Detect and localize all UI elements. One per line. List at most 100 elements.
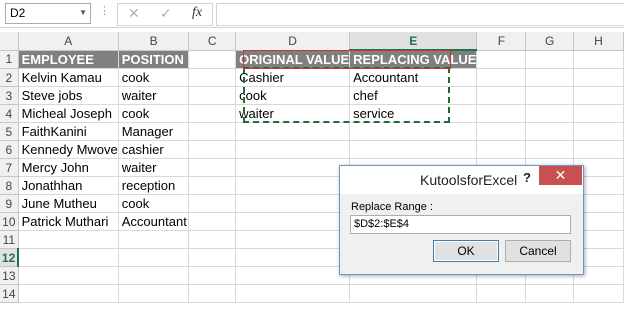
cell-a4[interactable]: Micheal Joseph xyxy=(18,104,119,123)
cell-d14[interactable] xyxy=(235,284,351,303)
cell-f4[interactable] xyxy=(476,104,527,123)
row-header[interactable]: 14 xyxy=(0,284,19,303)
ok-button[interactable]: OK xyxy=(433,240,499,262)
cell-c9[interactable] xyxy=(188,194,237,213)
name-box[interactable]: D2 ▼ xyxy=(5,3,91,24)
cell-c5[interactable] xyxy=(188,122,237,141)
column-header[interactable]: H xyxy=(573,32,624,51)
cell-d8[interactable] xyxy=(235,176,351,195)
cell-b5[interactable]: Manager xyxy=(118,122,190,141)
cell-b8[interactable]: reception xyxy=(118,176,190,195)
cell-d5[interactable] xyxy=(235,122,351,141)
row-header[interactable]: 1 xyxy=(0,50,19,69)
row-header[interactable]: 11 xyxy=(0,230,19,249)
cell-b2[interactable]: cook xyxy=(118,68,190,87)
cell-c4[interactable] xyxy=(188,104,237,123)
cell-e3[interactable]: chef xyxy=(349,86,478,105)
cell-c8[interactable] xyxy=(188,176,237,195)
cancel-button[interactable]: Cancel xyxy=(505,240,571,262)
cell-a3[interactable]: Steve jobs xyxy=(18,86,119,105)
cell-a11[interactable] xyxy=(18,230,119,249)
replace-range-input[interactable]: $D$2:$E$4 xyxy=(350,215,571,234)
cell-c13[interactable] xyxy=(188,266,237,285)
cell-b3[interactable]: waiter xyxy=(118,86,190,105)
row-header[interactable]: 5 xyxy=(0,122,19,141)
cell-a12[interactable] xyxy=(18,248,119,267)
cell-d3[interactable]: cook xyxy=(235,86,351,105)
cell-f5[interactable] xyxy=(476,122,527,141)
cell-b6[interactable]: cashier xyxy=(118,140,190,159)
cell-d1[interactable]: ORIGINAL VALUE xyxy=(235,50,351,69)
cell-c6[interactable] xyxy=(188,140,237,159)
cell-a9[interactable]: June Mutheu xyxy=(18,194,119,213)
cell-a10[interactable]: Patrick Muthari xyxy=(18,212,119,231)
close-button[interactable]: ✕ xyxy=(539,166,582,185)
cell-a6[interactable]: Kennedy Mwove xyxy=(18,140,119,159)
cell-c11[interactable] xyxy=(188,230,237,249)
column-header[interactable]: D xyxy=(235,32,351,51)
cell-g1[interactable] xyxy=(525,50,574,69)
cell-d12[interactable] xyxy=(235,248,351,267)
cell-d9[interactable] xyxy=(235,194,351,213)
cell-h1[interactable] xyxy=(573,50,624,69)
cell-d11[interactable] xyxy=(235,230,351,249)
cell-h5[interactable] xyxy=(573,122,624,141)
cancel-icon[interactable]: ✕ xyxy=(128,5,140,22)
cell-h14[interactable] xyxy=(573,284,624,303)
cell-b7[interactable]: waiter xyxy=(118,158,190,177)
cell-h6[interactable] xyxy=(573,140,624,159)
column-header-active[interactable]: E xyxy=(349,32,478,51)
cell-a2[interactable]: Kelvin Kamau xyxy=(18,68,119,87)
cell-d2[interactable]: Cashier xyxy=(235,68,351,87)
row-header[interactable]: 4 xyxy=(0,104,19,123)
cell-b4[interactable]: cook xyxy=(118,104,190,123)
cell-g2[interactable] xyxy=(525,68,574,87)
enter-check-icon[interactable]: ✓ xyxy=(160,5,172,22)
cell-f1[interactable] xyxy=(476,50,527,69)
cell-g14[interactable] xyxy=(525,284,574,303)
cell-a1[interactable]: EMPLOYEE xyxy=(18,50,119,69)
cell-a14[interactable] xyxy=(18,284,119,303)
cell-f14[interactable] xyxy=(476,284,527,303)
cell-a7[interactable]: Mercy John xyxy=(18,158,119,177)
cell-h4[interactable] xyxy=(573,104,624,123)
cell-e6[interactable] xyxy=(349,140,478,159)
row-header[interactable]: 3 xyxy=(0,86,19,105)
cell-b10[interactable]: Accountant xyxy=(118,212,190,231)
cell-c1[interactable] xyxy=(188,50,237,69)
chevron-down-icon[interactable]: ▼ xyxy=(79,8,87,17)
cell-d13[interactable] xyxy=(235,266,351,285)
row-header[interactable]: 2 xyxy=(0,68,19,87)
cell-a8[interactable]: Jonathhan xyxy=(18,176,119,195)
cell-d4[interactable]: waiter xyxy=(235,104,351,123)
row-header[interactable]: 10 xyxy=(0,212,19,231)
cell-g6[interactable] xyxy=(525,140,574,159)
cell-d10[interactable] xyxy=(235,212,351,231)
row-header[interactable]: 6 xyxy=(0,140,19,159)
cell-b14[interactable] xyxy=(118,284,190,303)
column-header[interactable]: B xyxy=(118,32,190,51)
help-icon[interactable]: ? xyxy=(523,170,531,185)
cell-e5[interactable] xyxy=(349,122,478,141)
column-header[interactable]: C xyxy=(188,32,237,51)
cell-e2[interactable]: Accountant xyxy=(349,68,478,87)
cell-f3[interactable] xyxy=(476,86,527,105)
column-header[interactable]: A xyxy=(18,32,119,51)
cell-c2[interactable] xyxy=(188,68,237,87)
cell-d6[interactable] xyxy=(235,140,351,159)
cell-a5[interactable]: FaithKanini xyxy=(18,122,119,141)
cell-e4[interactable]: service xyxy=(349,104,478,123)
cell-b9[interactable]: cook xyxy=(118,194,190,213)
row-header[interactable]: 13 xyxy=(0,266,19,285)
cell-f2[interactable] xyxy=(476,68,527,87)
cell-c7[interactable] xyxy=(188,158,237,177)
cell-b1[interactable]: POSITION xyxy=(118,50,190,69)
cell-b11[interactable] xyxy=(118,230,190,249)
cell-c12[interactable] xyxy=(188,248,237,267)
row-header[interactable]: 9 xyxy=(0,194,19,213)
dialog-title-bar[interactable]: KutoolsforExcel ? ✕ xyxy=(340,166,583,194)
cell-h2[interactable] xyxy=(573,68,624,87)
drag-handle-icon[interactable]: ⋮ xyxy=(99,4,110,17)
formula-input[interactable] xyxy=(216,3,624,26)
cell-e1[interactable]: REPLACING VALUE xyxy=(349,50,478,69)
